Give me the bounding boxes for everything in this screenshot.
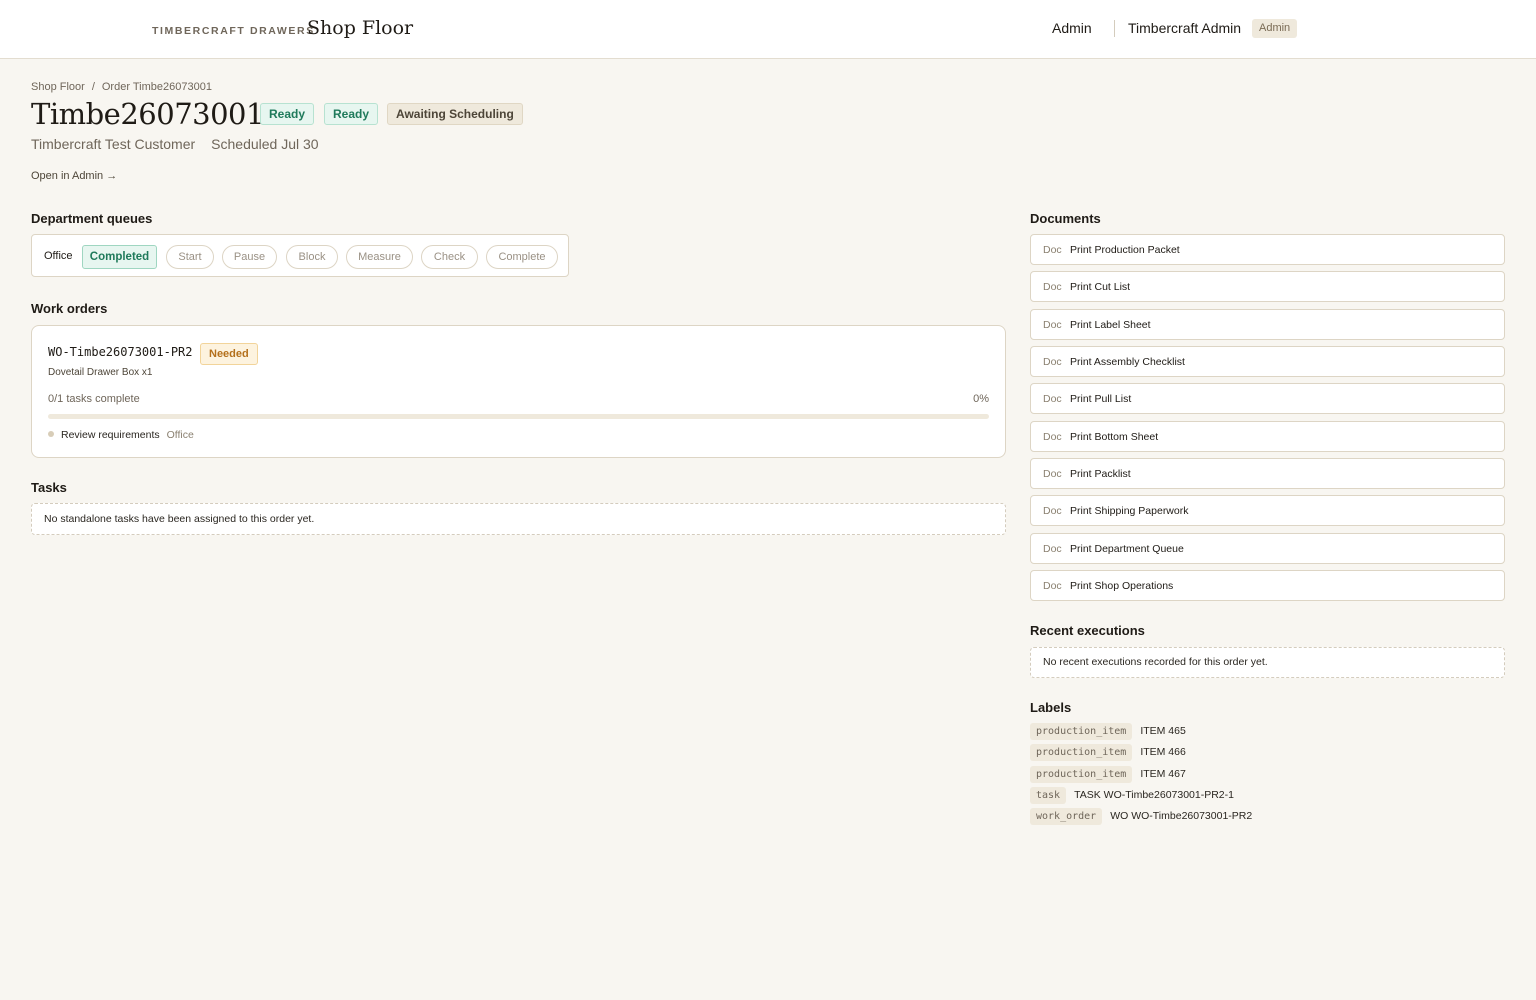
recent-executions-heading: Recent executions bbox=[1030, 623, 1145, 638]
document-label: Print Packlist bbox=[1070, 468, 1131, 480]
label-row: production_item ITEM 466 bbox=[1030, 744, 1186, 761]
label-value: ITEM 467 bbox=[1140, 768, 1186, 780]
work-orders-heading: Work orders bbox=[31, 301, 108, 316]
brand-name: TIMBERCRAFT DRAWERS bbox=[152, 25, 315, 37]
breadcrumb-separator: / bbox=[91, 81, 95, 93]
document-print-button[interactable]: Doc Print Packlist bbox=[1030, 458, 1505, 489]
work-order-progress-text: 0/1 tasks complete bbox=[48, 393, 140, 405]
top-bar: TIMBERCRAFT DRAWERS Shop Floor Admin Tim… bbox=[0, 0, 1536, 59]
label-value: WO WO-Timbe26073001-PR2 bbox=[1110, 810, 1253, 822]
work-order-code[interactable]: WO-Timbe26073001-PR2 bbox=[48, 345, 193, 359]
document-print-button[interactable]: Doc Print Cut List bbox=[1030, 271, 1505, 302]
queue-pause-button[interactable]: Pause bbox=[222, 245, 277, 269]
queue-complete-button[interactable]: Complete bbox=[486, 245, 558, 269]
document-print-button[interactable]: Doc Print Production Packet bbox=[1030, 234, 1505, 265]
document-tag: Doc bbox=[1043, 281, 1062, 293]
department-queues-heading: Department queues bbox=[31, 211, 153, 226]
order-meta: Timbercraft Test Customer Scheduled Jul 3… bbox=[31, 136, 319, 152]
customer-name: Timbercraft Test Customer bbox=[31, 136, 196, 152]
status-badge: Ready bbox=[260, 103, 315, 125]
label-key: production_item bbox=[1030, 766, 1133, 783]
document-tag: Doc bbox=[1043, 543, 1062, 555]
document-label: Print Cut List bbox=[1070, 281, 1131, 293]
document-label: Print Shipping Paperwork bbox=[1070, 505, 1189, 517]
document-label: Print Bottom Sheet bbox=[1070, 431, 1159, 443]
label-row: task TASK WO-Timbe26073001-PR2-1 bbox=[1030, 787, 1234, 804]
department-queue-row: Office Completed Start Pause Block Measu… bbox=[31, 234, 569, 277]
document-label: Print Shop Operations bbox=[1070, 580, 1174, 592]
task-name: Review requirements bbox=[61, 429, 160, 441]
label-key: production_item bbox=[1030, 723, 1133, 740]
tasks-empty-state: No standalone tasks have been assigned t… bbox=[31, 503, 1006, 535]
status-badge: Awaiting Scheduling bbox=[387, 103, 523, 125]
task-status-dot-icon bbox=[48, 431, 54, 437]
document-tag: Doc bbox=[1043, 580, 1062, 592]
labels-heading: Labels bbox=[1030, 700, 1072, 715]
document-tag: Doc bbox=[1043, 431, 1062, 443]
status-badge: Ready bbox=[324, 103, 379, 125]
document-label: Print Pull List bbox=[1070, 393, 1132, 405]
open-in-admin-link[interactable]: Open in Admin → bbox=[31, 170, 117, 182]
queue-measure-button[interactable]: Measure bbox=[346, 245, 413, 269]
scheduled-date: Scheduled Jul 30 bbox=[211, 136, 319, 152]
label-key: production_item bbox=[1030, 744, 1133, 761]
task-department: Office bbox=[166, 429, 194, 441]
work-order-status-badge: Needed bbox=[200, 343, 258, 365]
document-label: Print Department Queue bbox=[1070, 543, 1184, 555]
document-tag: Doc bbox=[1043, 393, 1062, 405]
queue-start-button[interactable]: Start bbox=[166, 245, 214, 269]
queue-check-button[interactable]: Check bbox=[421, 245, 478, 269]
document-print-button[interactable]: Doc Print Bottom Sheet bbox=[1030, 421, 1505, 452]
nav-admin-link[interactable]: Admin bbox=[1052, 20, 1092, 36]
document-tag: Doc bbox=[1043, 319, 1062, 331]
queue-department: Office bbox=[44, 250, 73, 262]
document-print-button[interactable]: Doc Print Department Queue bbox=[1030, 533, 1505, 564]
label-value: TASK WO-Timbe26073001-PR2-1 bbox=[1074, 789, 1234, 801]
label-key: task bbox=[1030, 787, 1067, 804]
breadcrumb-current: Order Timbe26073001 bbox=[101, 81, 212, 93]
user-name[interactable]: Timbercraft Admin bbox=[1128, 20, 1241, 36]
document-tag: Doc bbox=[1043, 356, 1062, 368]
breadcrumb-shop-floor[interactable]: Shop Floor bbox=[31, 81, 85, 93]
queue-block-button[interactable]: Block bbox=[286, 245, 338, 269]
document-print-button[interactable]: Doc Print Shop Operations bbox=[1030, 570, 1505, 601]
queue-status-completed[interactable]: Completed bbox=[82, 245, 157, 269]
work-order-progress-bar bbox=[48, 414, 989, 419]
document-label: Print Label Sheet bbox=[1070, 319, 1151, 331]
label-key: work_order bbox=[1030, 808, 1103, 825]
label-row: production_item ITEM 467 bbox=[1030, 766, 1186, 783]
label-row: production_item ITEM 465 bbox=[1030, 723, 1186, 740]
label-value: ITEM 466 bbox=[1140, 746, 1186, 758]
document-print-button[interactable]: Doc Print Shipping Paperwork bbox=[1030, 495, 1505, 526]
document-label: Print Production Packet bbox=[1070, 244, 1180, 256]
page-title: Timbe26073001 bbox=[31, 97, 264, 131]
document-label: Print Assembly Checklist bbox=[1070, 356, 1185, 368]
documents-heading: Documents bbox=[1030, 211, 1101, 226]
document-print-button[interactable]: Doc Print Assembly Checklist bbox=[1030, 346, 1505, 377]
document-tag: Doc bbox=[1043, 505, 1062, 517]
breadcrumb: Shop Floor / Order Timbe26073001 bbox=[31, 81, 212, 93]
nav-divider bbox=[1114, 20, 1115, 37]
document-print-button[interactable]: Doc Print Pull List bbox=[1030, 383, 1505, 414]
tasks-heading: Tasks bbox=[31, 480, 67, 495]
label-value: ITEM 465 bbox=[1140, 725, 1186, 737]
work-order-percent: 0% bbox=[973, 393, 989, 405]
recent-executions-empty-state: No recent executions recorded for this o… bbox=[1030, 647, 1505, 678]
label-row: work_order WO WO-Timbe26073001-PR2 bbox=[1030, 808, 1252, 825]
user-role-badge: Admin bbox=[1252, 19, 1298, 38]
document-tag: Doc bbox=[1043, 244, 1062, 256]
work-order-task[interactable]: Review requirements Office bbox=[48, 429, 194, 441]
app-title[interactable]: Shop Floor bbox=[307, 17, 413, 39]
document-tag: Doc bbox=[1043, 468, 1062, 480]
document-print-button[interactable]: Doc Print Label Sheet bbox=[1030, 309, 1505, 340]
work-order-item: Dovetail Drawer Box x1 bbox=[48, 367, 153, 378]
work-order-card[interactable]: WO-Timbe26073001-PR2 Needed Dovetail Dra… bbox=[31, 325, 1006, 458]
